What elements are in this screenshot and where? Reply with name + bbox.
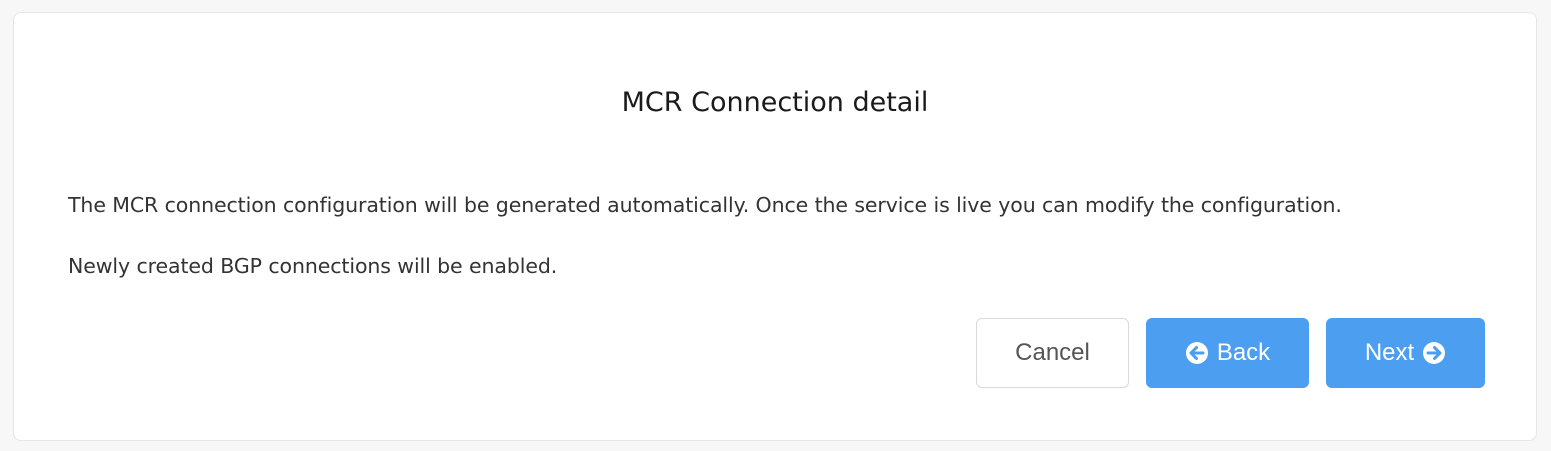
back-button[interactable]: Back <box>1146 318 1309 388</box>
arrow-circle-right-icon <box>1422 341 1446 365</box>
page-title: MCR Connection detail <box>621 87 929 118</box>
next-button[interactable]: Next <box>1326 318 1485 388</box>
cancel-button[interactable]: Cancel <box>976 318 1129 388</box>
cancel-button-label: Cancel <box>1015 339 1090 366</box>
next-button-label: Next <box>1364 339 1415 366</box>
bgp-info-text: Newly created BGP connections will be en… <box>68 254 558 278</box>
arrow-circle-left-icon <box>1185 341 1209 365</box>
back-button-label: Back <box>1216 339 1271 366</box>
config-info-text: The MCR connection configuration will be… <box>68 193 1342 217</box>
connection-detail-card: MCR Connection detail The MCR connection… <box>13 12 1537 441</box>
